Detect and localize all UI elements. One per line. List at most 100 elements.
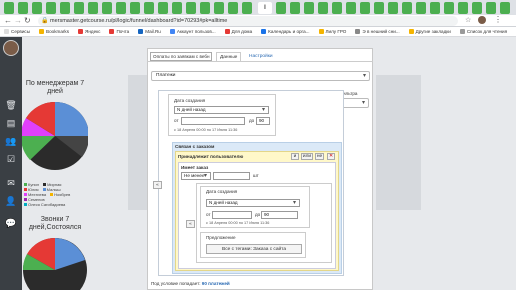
tab-favicon[interactable] — [458, 2, 468, 14]
google-icon — [169, 29, 175, 34]
folder-icon — [39, 29, 45, 34]
tab-favicon[interactable] — [116, 2, 126, 14]
browser-tab-strip: l — [0, 0, 516, 15]
tab-favicon[interactable] — [318, 2, 328, 14]
linked-title: Связан с заказом — [175, 144, 215, 149]
tab-favicon[interactable] — [304, 2, 314, 14]
from-input[interactable] — [181, 117, 245, 125]
active-tab[interactable]: l — [258, 2, 272, 14]
tab-favicon[interactable] — [172, 2, 182, 14]
tab-favicon[interactable] — [4, 2, 14, 14]
bookmark[interactable]: Аккаунт пользов... — [169, 29, 216, 34]
tab-favicon[interactable] — [486, 2, 496, 14]
and-button[interactable]: и — [291, 153, 299, 160]
calendar-icon — [261, 29, 267, 34]
forward-icon[interactable]: → — [14, 16, 22, 25]
app-sidebar: 🗑 ▤ 👥 ☑ ✉ 👤 💬 — [0, 37, 22, 290]
not-button[interactable]: не — [315, 153, 324, 160]
tab-favicon[interactable] — [402, 2, 412, 14]
tab-favicon[interactable] — [374, 2, 384, 14]
inner-date-hint: с 18 Апреля 00:00 по 17 Июля 11:36 — [206, 221, 270, 225]
bookmark[interactable]: Лилу ГРО — [318, 29, 346, 34]
chat-icon[interactable]: 💬 — [5, 217, 17, 229]
profile-icon[interactable] — [478, 16, 486, 24]
offer-title: Предложение — [206, 235, 236, 240]
inner-to-input[interactable]: 90 — [261, 211, 298, 219]
url-field[interactable]: 🔒 mersmaster.getcourse.ru/pl/logic/funne… — [38, 16, 458, 26]
source-select[interactable]: Платежи — [151, 71, 370, 81]
mail-icon — [109, 29, 115, 34]
inner-from-input[interactable] — [212, 211, 252, 219]
bookmark[interactable]: Э в нешний сни... — [355, 29, 400, 34]
bookmark[interactable]: Bookmarks — [39, 29, 69, 34]
count-input[interactable] — [213, 172, 250, 180]
tab-favicon[interactable] — [32, 2, 42, 14]
inner-collapse-button[interactable]: « — [186, 220, 195, 228]
tab-favicon[interactable] — [102, 2, 112, 14]
date-mode-select[interactable]: N дней назад — [174, 106, 269, 114]
tab-favicon[interactable] — [430, 2, 440, 14]
tab-settings[interactable]: Настройки — [246, 52, 276, 61]
yandex-icon — [78, 29, 84, 34]
count-select[interactable]: Не менее — [181, 172, 211, 180]
offer-select-button[interactable]: Все с тегами: Заказа с сайта — [206, 244, 302, 254]
remove-icon[interactable]: ✕ — [327, 153, 335, 160]
tab-favicon[interactable] — [88, 2, 98, 14]
tab-favicon[interactable] — [158, 2, 168, 14]
menu-icon[interactable]: ⋮ — [494, 15, 502, 24]
tab-favicon[interactable] — [228, 2, 238, 14]
back-icon[interactable]: ← — [4, 16, 12, 25]
tab-favicon[interactable] — [290, 2, 300, 14]
tab-favicon[interactable] — [416, 2, 426, 14]
tab-favicon[interactable] — [332, 2, 342, 14]
tab-favicon[interactable] — [444, 2, 454, 14]
mail-icon[interactable]: ✉ — [5, 177, 17, 189]
tab-favicon[interactable] — [500, 2, 510, 14]
tab-favicon[interactable] — [18, 2, 28, 14]
lock-icon: 🔒 — [41, 18, 49, 24]
folder-icon — [318, 29, 324, 34]
tab-favicon[interactable] — [214, 2, 224, 14]
bookmark[interactable]: Почта — [109, 29, 129, 34]
tab-favicon[interactable] — [46, 2, 56, 14]
tab-favicon[interactable] — [346, 2, 356, 14]
trash-icon[interactable]: 🗑 — [5, 99, 17, 111]
tab-favicon[interactable] — [360, 2, 370, 14]
chart-icon[interactable]: ▤ — [5, 117, 17, 129]
tab-favicon[interactable] — [130, 2, 140, 14]
avatar[interactable] — [3, 40, 19, 56]
tab-data[interactable]: Данные — [216, 52, 242, 61]
to-input[interactable]: 90 — [256, 117, 270, 125]
collapse-button[interactable]: « — [153, 181, 162, 189]
tab-favicon[interactable] — [242, 2, 252, 14]
tab-favicon[interactable] — [276, 2, 286, 14]
tab-divider — [147, 61, 373, 62]
bookmark[interactable]: Сервисы — [4, 29, 30, 34]
tab-favicon[interactable] — [472, 2, 482, 14]
report-name-input[interactable]: Оплаты по заявкам с вебн — [150, 52, 212, 61]
or-button[interactable]: или — [301, 153, 313, 160]
inner-to-label: до — [255, 212, 261, 217]
star-icon[interactable]: ☆ — [465, 16, 471, 24]
users-group-icon[interactable]: 👤 — [5, 195, 17, 207]
match-count: Под условие попадает: 90 платежей — [151, 281, 230, 286]
bookmark[interactable]: Для дома — [224, 29, 252, 34]
bookmark[interactable]: Яндекс — [78, 29, 100, 34]
bookmark[interactable]: Mail.Ru — [138, 29, 161, 34]
bookmarks-bar: Сервисы Bookmarks Яндекс Почта Mail.Ru А… — [0, 27, 516, 37]
reload-icon[interactable]: ↻ — [24, 16, 31, 25]
match-count-value: 90 платежей — [201, 281, 230, 286]
bookmark[interactable]: Календарь и орга... — [261, 29, 310, 34]
tab-favicon[interactable] — [186, 2, 196, 14]
users-icon[interactable]: 👥 — [5, 135, 17, 147]
to-label: до — [249, 118, 255, 123]
tab-favicon[interactable] — [200, 2, 210, 14]
inner-date-mode-select[interactable]: N дней назад — [206, 199, 300, 207]
tab-favicon[interactable] — [388, 2, 398, 14]
bookmark[interactable]: Другие закладки — [408, 29, 451, 34]
tab-favicon[interactable] — [74, 2, 84, 14]
tab-favicon[interactable] — [60, 2, 70, 14]
tab-favicon[interactable] — [144, 2, 154, 14]
bookmark[interactable]: Список для чтения — [459, 29, 507, 34]
checklist-icon[interactable]: ☑ — [5, 153, 17, 165]
